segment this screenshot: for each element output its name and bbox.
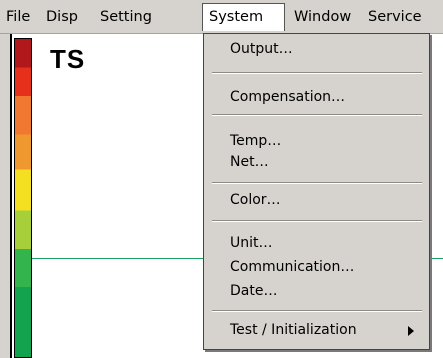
menu-separator xyxy=(212,310,422,312)
submenu-arrow-icon xyxy=(408,326,414,336)
menu-item-date[interactable]: Date… xyxy=(230,280,277,302)
menu-item-test-initialization[interactable]: Test / Initialization xyxy=(230,319,357,341)
menu-file[interactable]: File xyxy=(6,3,30,31)
menu-item-communication[interactable]: Communication… xyxy=(230,256,354,278)
menu-separator xyxy=(212,182,422,184)
menu-item-temp[interactable]: Temp… xyxy=(230,130,281,152)
menu-item-net[interactable]: Net… xyxy=(230,151,269,173)
system-dropdown-menu: Output… Compensation… Temp… Net… Color… … xyxy=(203,33,430,350)
color-scale-bar xyxy=(14,38,32,358)
menu-disp[interactable]: Disp xyxy=(46,3,78,31)
menu-item-unit[interactable]: Unit… xyxy=(230,232,273,254)
display-border xyxy=(10,34,12,358)
menu-setting[interactable]: Setting xyxy=(100,3,152,31)
menu-item-output[interactable]: Output… xyxy=(230,38,293,60)
menu-system[interactable]: System xyxy=(202,3,285,31)
menu-separator xyxy=(212,220,422,222)
menu-service[interactable]: Service xyxy=(368,3,422,31)
menu-separator xyxy=(212,114,422,116)
display-label: TS xyxy=(50,44,86,74)
window-frame xyxy=(0,34,10,358)
menu-item-compensation[interactable]: Compensation… xyxy=(230,86,345,108)
menu-separator xyxy=(212,72,422,74)
menu-window[interactable]: Window xyxy=(294,3,351,31)
menu-item-color[interactable]: Color… xyxy=(230,189,281,211)
menu-bar: File Disp Setting System Window Service xyxy=(0,0,443,34)
